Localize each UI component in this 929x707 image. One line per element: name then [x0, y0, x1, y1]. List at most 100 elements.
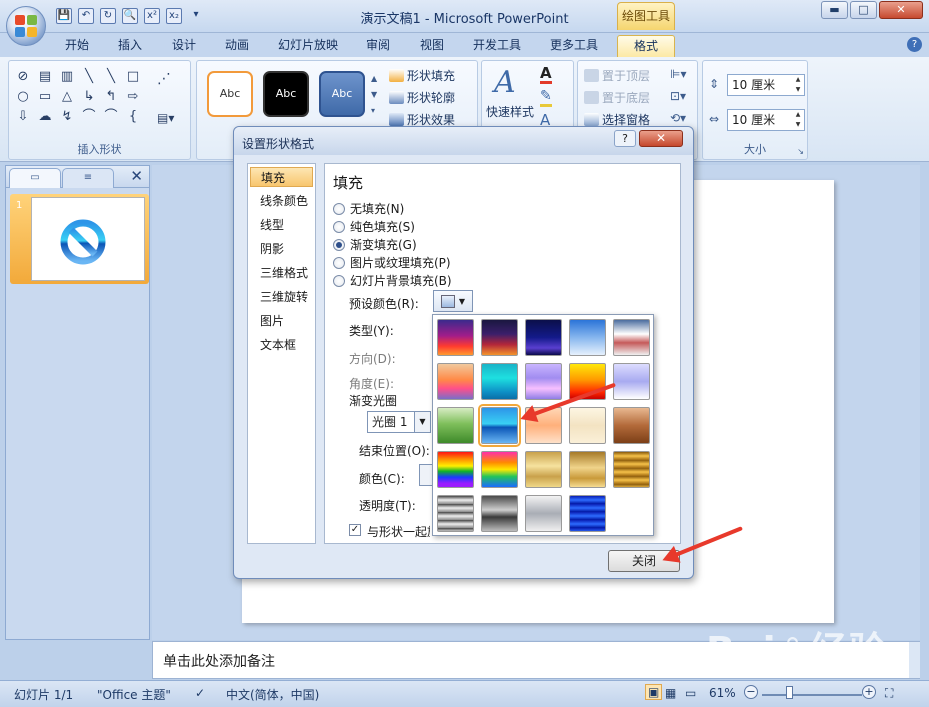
- elbow-connector-shape-icon[interactable]: ↳: [80, 87, 98, 105]
- slide-thumbnail-selected[interactable]: 1: [10, 194, 149, 284]
- quick-styles-button[interactable]: 快速样式: [486, 103, 534, 120]
- curve-shape-icon[interactable]: ⌒: [102, 107, 120, 125]
- gradient-swatch[interactable]: [481, 495, 518, 532]
- gradient-stop-select[interactable]: 光圈 1 ▼: [367, 411, 431, 433]
- radio-no-fill[interactable]: 无填充(N): [333, 200, 404, 217]
- rotate-with-shape-checkbox[interactable]: ✓: [349, 524, 361, 536]
- gradient-swatch[interactable]: [481, 451, 518, 488]
- radio-button[interactable]: [333, 202, 345, 215]
- nav-3d-rotation[interactable]: 三维旋转: [250, 287, 313, 307]
- gradient-swatch[interactable]: [437, 451, 474, 488]
- gradient-swatch[interactable]: [569, 451, 606, 488]
- nav-fill[interactable]: 填充: [250, 167, 313, 187]
- tab-slides[interactable]: ▭: [9, 168, 61, 188]
- style-gallery-scroll[interactable]: ▲ ▼ ▾: [371, 71, 377, 119]
- radio-solid-fill[interactable]: 纯色填充(S): [333, 218, 415, 235]
- gradient-swatch[interactable]: [437, 407, 474, 444]
- shape-width-input[interactable]: 10 厘米 ▲ ▼: [727, 109, 805, 131]
- nav-line-style[interactable]: 线型: [250, 215, 313, 235]
- shape-height-input[interactable]: 10 厘米 ▲ ▼: [727, 74, 805, 96]
- elbow-arrow-shape-icon[interactable]: ↰: [102, 87, 120, 105]
- shape-outline-button[interactable]: 形状轮廓: [389, 89, 455, 106]
- tab-format[interactable]: 格式: [617, 35, 675, 57]
- gradient-swatch[interactable]: [613, 319, 650, 356]
- zoom-in-icon[interactable]: +: [862, 685, 876, 699]
- zoom-out-icon[interactable]: −: [744, 685, 758, 699]
- right-arrow-shape-icon[interactable]: ⇨: [124, 87, 142, 105]
- nav-picture[interactable]: 图片: [250, 311, 313, 331]
- gradient-swatch[interactable]: [569, 495, 606, 532]
- normal-view-icon[interactable]: ▣: [645, 684, 663, 700]
- group-icon[interactable]: ⊡▾: [670, 89, 686, 103]
- dialog-close-icon-button[interactable]: ✕: [639, 130, 683, 147]
- rotate-icon[interactable]: ⟲▾: [670, 111, 686, 125]
- lightning-shape-icon[interactable]: ↯: [58, 107, 76, 125]
- gradient-swatch[interactable]: [437, 363, 474, 400]
- zoom-slider[interactable]: [762, 694, 862, 696]
- close-window-button[interactable]: ✕: [879, 1, 923, 19]
- text-outline-icon[interactable]: ✎: [540, 89, 552, 107]
- gradient-swatch[interactable]: [613, 363, 650, 400]
- tab-outline[interactable]: ≡: [62, 168, 114, 188]
- style-black-fill[interactable]: Abc: [263, 71, 309, 117]
- tab-review[interactable]: 审阅: [362, 35, 394, 57]
- zoom-level[interactable]: 61%: [709, 686, 736, 700]
- style-orange-outline[interactable]: Abc: [207, 71, 253, 117]
- radio-picture-fill[interactable]: 图片或纹理填充(P): [333, 254, 451, 271]
- text-fill-icon[interactable]: A: [540, 65, 552, 84]
- dialog-help-button[interactable]: ?: [614, 130, 636, 147]
- preset-colors-dropdown[interactable]: ▼: [433, 290, 473, 312]
- gradient-swatch[interactable]: [569, 319, 606, 356]
- width-spin-arrows[interactable]: ▲ ▼: [792, 110, 804, 130]
- gradient-swatch[interactable]: [478, 404, 521, 447]
- radio-button[interactable]: [333, 256, 345, 269]
- rectangle-shape-icon[interactable]: □: [124, 67, 142, 85]
- nav-shadow[interactable]: 阴影: [250, 239, 313, 259]
- tab-animation[interactable]: 动画: [221, 35, 253, 57]
- gradient-swatch[interactable]: [437, 495, 474, 532]
- fit-to-window-icon[interactable]: ⛶: [885, 686, 893, 701]
- brace-shape-icon[interactable]: {: [124, 107, 142, 125]
- office-button[interactable]: [6, 6, 46, 46]
- line-shape-icon[interactable]: ╲: [80, 67, 98, 85]
- textbox-shape-icon[interactable]: ▤: [36, 67, 54, 85]
- gradient-swatch[interactable]: [525, 363, 562, 400]
- nav-line-color[interactable]: 线条颜色: [250, 191, 313, 211]
- zoom-slider-thumb[interactable]: [786, 686, 793, 699]
- bring-to-front-button[interactable]: 置于顶层: [584, 67, 650, 84]
- close-panel-icon[interactable]: ✕: [130, 167, 143, 185]
- gradient-swatch[interactable]: [613, 407, 650, 444]
- tab-insert[interactable]: 插入: [114, 35, 146, 57]
- triangle-shape-icon[interactable]: △: [58, 87, 76, 105]
- radio-button[interactable]: [333, 220, 345, 233]
- down-arrow-shape-icon[interactable]: ⇩: [14, 107, 32, 125]
- oval-shape-icon[interactable]: ○: [14, 87, 32, 105]
- gradient-swatch[interactable]: [481, 319, 518, 356]
- gradient-swatch[interactable]: [525, 319, 562, 356]
- radio-button[interactable]: [333, 274, 345, 287]
- minimize-button[interactable]: ▬: [821, 1, 848, 19]
- tab-more-tools[interactable]: 更多工具: [546, 35, 602, 57]
- gradient-swatch[interactable]: [481, 363, 518, 400]
- gradient-swatch[interactable]: [525, 451, 562, 488]
- spellcheck-icon[interactable]: ✓: [195, 686, 205, 700]
- help-icon[interactable]: ?: [907, 37, 922, 52]
- arrow-line-shape-icon[interactable]: ╲: [102, 67, 120, 85]
- radio-gradient-fill[interactable]: 渐变填充(G): [333, 236, 417, 253]
- tab-design[interactable]: 设计: [168, 35, 200, 57]
- gradient-swatch[interactable]: [613, 451, 650, 488]
- align-icon[interactable]: ⊫▾: [670, 67, 686, 81]
- style-blue-fill[interactable]: Abc: [319, 71, 365, 117]
- height-spin-arrows[interactable]: ▲ ▼: [792, 75, 804, 95]
- radio-button-selected[interactable]: [333, 238, 345, 251]
- size-dialog-launcher-icon[interactable]: ↘: [797, 147, 804, 156]
- arc-shape-icon[interactable]: ⌒: [80, 107, 98, 125]
- shape-fill-button[interactable]: 形状填充: [389, 67, 455, 84]
- nav-textbox[interactable]: 文本框: [250, 335, 313, 355]
- no-symbol-shape-icon[interactable]: ⊘: [14, 67, 32, 85]
- gradient-swatch[interactable]: [437, 319, 474, 356]
- tab-home[interactable]: 开始: [61, 35, 93, 57]
- cloud-shape-icon[interactable]: ☁: [36, 107, 54, 125]
- dialog-titlebar[interactable]: 设置形状格式 ? ✕: [234, 127, 693, 155]
- rounded-rect-shape-icon[interactable]: ▭: [36, 87, 54, 105]
